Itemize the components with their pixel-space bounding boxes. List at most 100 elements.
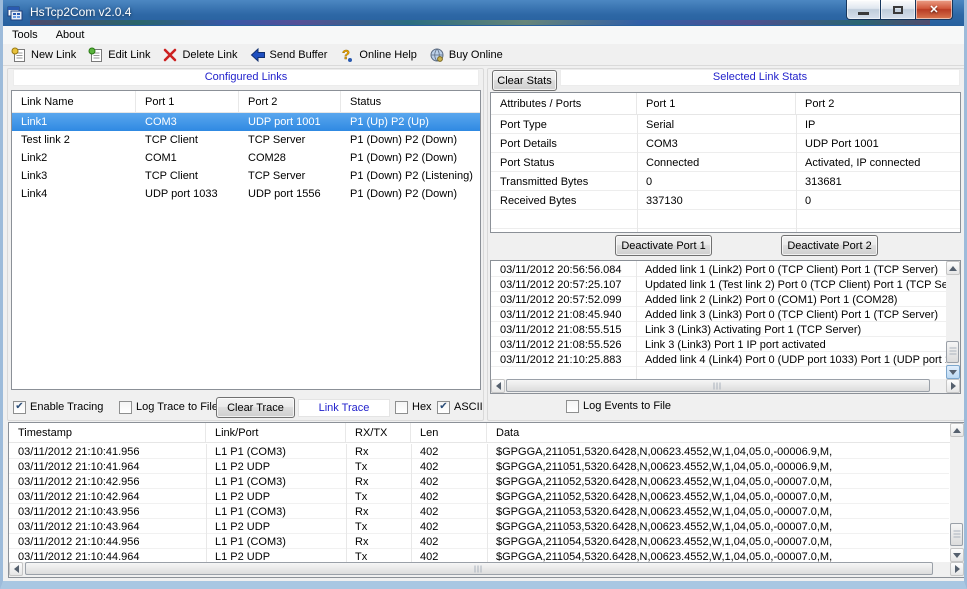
configured-link-row[interactable]: Link1 COM3 UDP port 1001 P1 (Up) P2 (Up) <box>12 113 480 131</box>
log-trace-to-file-checkbox[interactable]: Log Trace to File <box>119 400 218 414</box>
trace-row[interactable]: 03/11/2012 21:10:42.964 L1 P2 UDP Tx 402… <box>9 489 949 504</box>
menu-item[interactable]: About <box>47 29 94 41</box>
event-log-row[interactable]: 03/11/2012 21:08:55.515 Link 3 (Link3) A… <box>491 322 946 337</box>
column-stats-port2[interactable]: Port 2 <box>796 93 960 114</box>
trace-rx-tx-cell: Rx <box>346 476 411 488</box>
maximize-button[interactable] <box>881 0 916 20</box>
ascii-checkbox[interactable]: ASCII <box>437 400 483 414</box>
ascii-label: ASCII <box>454 401 483 413</box>
column-timestamp[interactable]: Timestamp <box>9 423 206 442</box>
scroll-left-button[interactable] <box>9 562 23 576</box>
app-icon <box>7 5 23 21</box>
hscroll-thumb[interactable] <box>25 562 933 575</box>
minimize-button[interactable] <box>846 0 881 20</box>
configured-link-row[interactable]: Link4 UDP port 1033 UDP port 1556 P1 (Do… <box>12 185 480 203</box>
scroll-down-button[interactable] <box>950 548 964 562</box>
column-status[interactable]: Status <box>341 91 480 112</box>
configured-link-row[interactable]: Link3 TCP Client TCP Server P1 (Down) P2… <box>12 167 480 185</box>
trace-header[interactable]: Timestamp Link/Port RX/TX Len Data <box>9 423 964 443</box>
buy-online-button[interactable]: Buy Online <box>424 45 510 65</box>
red-x-icon <box>162 47 178 63</box>
column-rx-tx[interactable]: RX/TX <box>346 423 411 442</box>
clear-trace-button[interactable]: Clear Trace <box>216 397 295 418</box>
trace-table: Timestamp Link/Port RX/TX Len Data 03/11… <box>8 422 965 578</box>
trace-data-cell: $GPGGA,211053,5320.6428,N,00623.4552,W,1… <box>487 506 949 518</box>
trace-row[interactable]: 03/11/2012 21:10:43.964 L1 P2 UDP Tx 402… <box>9 519 949 534</box>
send-buffer-button[interactable]: Send Buffer <box>245 45 335 65</box>
enable-tracing-checkbox[interactable]: Enable Tracing <box>13 400 103 414</box>
event-log-row[interactable]: 03/11/2012 21:08:55.526 Link 3 (Link3) P… <box>491 337 946 352</box>
link-stats-header[interactable]: Attributes / Ports Port 1 Port 2 <box>491 93 960 115</box>
status-cell: P1 (Up) P2 (Up) <box>341 116 480 128</box>
trace-hscrollbar[interactable] <box>9 562 964 577</box>
scroll-left-button[interactable] <box>491 379 505 393</box>
trace-data-cell: $GPGGA,211051,5320.6428,N,00623.4552,W,1… <box>487 461 949 473</box>
trace-len-cell: 402 <box>411 461 487 473</box>
scroll-right-button[interactable] <box>950 562 964 576</box>
event-timestamp-cell: 03/11/2012 20:57:25.107 <box>491 279 636 291</box>
deactivate-port1-button[interactable]: Deactivate Port 1 <box>615 235 712 256</box>
column-len[interactable]: Len <box>411 423 487 442</box>
titlebar-glass-reflection <box>30 20 930 25</box>
column-link-port[interactable]: Link/Port <box>206 423 346 442</box>
down-arrow-icon <box>949 370 957 375</box>
trace-rx-tx-cell: Tx <box>346 521 411 533</box>
deactivate-port2-button[interactable]: Deactivate Port 2 <box>781 235 878 256</box>
trace-name-box: Link Trace <box>298 399 390 417</box>
event-log-row[interactable]: 03/11/2012 21:10:25.883 Added link 4 (Li… <box>491 352 946 367</box>
send-buffer-label: Send Buffer <box>270 49 328 61</box>
event-log-row[interactable]: 03/11/2012 20:56:56.084 Added link 1 (Li… <box>491 262 946 277</box>
column-attributes[interactable]: Attributes / Ports <box>491 93 637 114</box>
trace-row[interactable]: 03/11/2012 21:10:43.956 L1 P1 (COM3) Rx … <box>9 504 949 519</box>
status-cell: P1 (Down) P2 (Down) <box>341 152 480 164</box>
column-link-name[interactable]: Link Name <box>12 91 136 112</box>
hscroll-thumb[interactable] <box>506 379 930 392</box>
event-log-hscrollbar[interactable] <box>491 379 960 393</box>
event-log-row[interactable]: 03/11/2012 20:57:25.107 Updated link 1 (… <box>491 277 946 292</box>
edit-link-button[interactable]: Edit Link <box>83 45 157 65</box>
new-link-button[interactable]: New Link <box>6 45 83 65</box>
log-events-to-file-checkbox[interactable]: Log Events to File <box>566 399 671 413</box>
hex-checkbox[interactable]: Hex <box>395 400 432 414</box>
stats-attribute-cell: Port Status <box>491 157 637 169</box>
column-port2[interactable]: Port 2 <box>239 91 341 112</box>
titlebar[interactable]: HsTcp2Com v2.0.4 ✕ <box>0 0 967 26</box>
event-log-row[interactable]: 03/11/2012 21:08:45.940 Added link 3 (Li… <box>491 307 946 322</box>
scroll-right-button[interactable] <box>946 379 960 393</box>
checkbox-box <box>119 401 132 414</box>
trace-row[interactable]: 03/11/2012 21:10:44.956 L1 P1 (COM3) Rx … <box>9 534 949 549</box>
scroll-up-button[interactable] <box>946 261 960 275</box>
delete-link-button[interactable]: Delete Link <box>157 45 244 65</box>
event-log-vscrollbar[interactable] <box>946 261 960 379</box>
close-button[interactable]: ✕ <box>916 0 953 20</box>
vscroll-thumb[interactable] <box>950 523 963 546</box>
stats-port1-cell: Serial <box>637 119 796 131</box>
trace-row[interactable]: 03/11/2012 21:10:41.956 L1 P1 (COM3) Rx … <box>9 444 949 459</box>
column-data[interactable]: Data <box>487 423 964 442</box>
trace-link-port-cell: L1 P2 UDP <box>206 461 346 473</box>
trace-vscrollbar[interactable] <box>950 423 964 562</box>
clear-stats-button[interactable]: Clear Stats <box>492 70 557 91</box>
column-stats-port1[interactable]: Port 1 <box>637 93 796 114</box>
column-port1[interactable]: Port 1 <box>136 91 239 112</box>
trace-data-cell: $GPGGA,211051,5320.6428,N,00623.4552,W,1… <box>487 446 949 458</box>
trace-row[interactable]: 03/11/2012 21:10:41.964 L1 P2 UDP Tx 402… <box>9 459 949 474</box>
event-text-cell: Link 3 (Link3) Activating Port 1 (TCP Se… <box>636 324 946 336</box>
configured-link-row[interactable]: Link2 COM1 COM28 P1 (Down) P2 (Down) <box>12 149 480 167</box>
scroll-down-button[interactable] <box>946 365 960 379</box>
configured-link-row[interactable]: Test link 2 TCP Client TCP Server P1 (Do… <box>12 131 480 149</box>
vscroll-thumb[interactable] <box>946 341 959 363</box>
trace-link-port-cell: L1 P1 (COM3) <box>206 506 346 518</box>
trace-rx-tx-cell: Rx <box>346 446 411 458</box>
new-document-icon <box>11 47 27 63</box>
configured-links-header[interactable]: Link Name Port 1 Port 2 Status <box>12 91 480 113</box>
trace-link-port-cell: L1 P1 (COM3) <box>206 446 346 458</box>
online-help-button[interactable]: ? Online Help <box>334 45 423 65</box>
scroll-up-button[interactable] <box>950 423 964 437</box>
trace-data-cell: $GPGGA,211054,5320.6428,N,00623.4552,W,1… <box>487 536 949 548</box>
menu-item[interactable]: Tools <box>3 29 47 41</box>
up-arrow-icon <box>949 266 957 271</box>
trace-row[interactable]: 03/11/2012 21:10:42.956 L1 P1 (COM3) Rx … <box>9 474 949 489</box>
port1-cell: UDP port 1033 <box>136 188 239 200</box>
event-log-row[interactable]: 03/11/2012 20:57:52.099 Added link 2 (Li… <box>491 292 946 307</box>
